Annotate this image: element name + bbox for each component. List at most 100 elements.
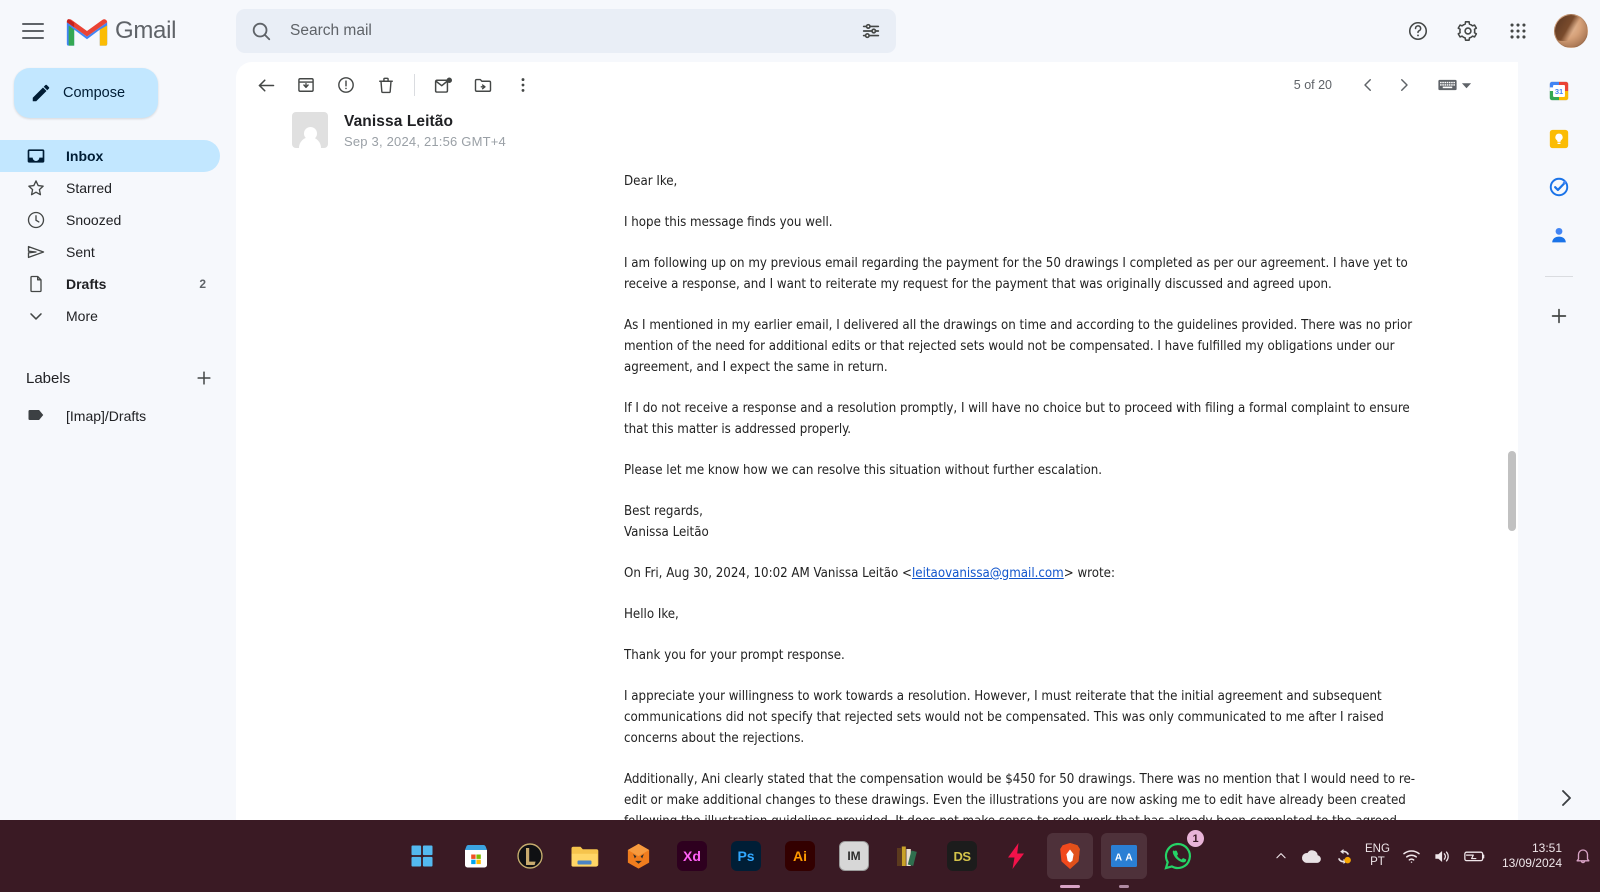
taskbar-brave-browser[interactable] [1047, 833, 1093, 888]
sidebar-item-more[interactable]: More [0, 300, 220, 332]
avatar[interactable] [1554, 14, 1588, 48]
message-meta: Vanissa Leitão Sep 3, 2024, 21:56 GMT+4 [344, 112, 506, 149]
taskbar-windows-start[interactable] [399, 833, 445, 879]
taskbar-orange-cube-app[interactable] [615, 833, 661, 879]
google-calendar-icon[interactable]: 31 [1548, 80, 1570, 102]
wifi-icon[interactable] [1402, 848, 1421, 864]
gmail-brand[interactable]: Gmail [65, 14, 176, 48]
message-paragraph: Please let me know how we can resolve th… [624, 463, 1103, 478]
message-body: Dear Ike, I hope this message finds you … [236, 155, 1518, 820]
document-icon [26, 274, 46, 294]
sidebar-item-drafts[interactable]: Drafts 2 [0, 268, 220, 300]
chevron-right-icon[interactable] [1388, 69, 1420, 101]
send-icon [26, 242, 46, 262]
language-line-1: ENG [1365, 843, 1390, 855]
sender-name: Vanissa Leitão [344, 113, 454, 130]
taskbar-file-explorer[interactable] [561, 833, 607, 879]
bell-icon[interactable] [1574, 847, 1592, 865]
language-indicator[interactable]: ENG PT [1365, 843, 1390, 869]
sidebar-item-label: More [66, 308, 98, 324]
mark-unread-icon[interactable] [423, 65, 463, 105]
adobe-photoshop-glyph: Ps [731, 841, 761, 871]
sidebar-item-label: Starred [66, 180, 112, 196]
taskbar-league-of-legends[interactable] [507, 833, 553, 879]
quote-header-post: > wrote: [1063, 566, 1115, 581]
sync-warning-icon[interactable] [1334, 847, 1353, 866]
gmail-window: Gmail Search mail Compose Inbox Starred … [0, 0, 1600, 892]
move-to-folder-icon[interactable] [463, 65, 503, 105]
google-tasks-icon[interactable] [1548, 176, 1570, 198]
brand-title: Gmail [115, 17, 177, 44]
taskbar-microsoft-store[interactable] [453, 833, 499, 879]
message-thread: Vanissa Leitão Sep 3, 2024, 21:56 GMT+4 … [236, 108, 1518, 820]
taskbar-adobe-xd[interactable]: Xd [669, 833, 715, 879]
battery-icon[interactable] [1464, 849, 1486, 863]
quoted-sender-email-link[interactable]: leitaovanissa@gmail.com [912, 566, 1064, 581]
gear-icon[interactable] [1448, 11, 1488, 51]
keyboard-shortcuts-button[interactable] [1438, 78, 1472, 92]
quote-header-pre: On Fri, Aug 30, 2024, 10:02 AM Vanissa L… [624, 566, 912, 581]
taskbar-app-label: DS [953, 848, 971, 864]
taskbar-app-label: Ai [793, 848, 807, 864]
label-tag-icon [26, 405, 46, 428]
taskbar-whatsapp[interactable]: 1 [1155, 830, 1204, 879]
google-contacts-icon[interactable] [1548, 224, 1570, 246]
sidebar: Compose Inbox Starred Snoozed Sent Draft… [0, 62, 236, 820]
taskbar-app-label: Xd [683, 848, 701, 864]
taskbar-im-app[interactable]: IM [831, 833, 877, 879]
compose-button[interactable]: Compose [14, 68, 158, 118]
volume-icon[interactable] [1433, 848, 1452, 865]
archive-icon[interactable] [286, 65, 326, 105]
search-options-icon[interactable] [860, 20, 882, 42]
plus-icon[interactable] [1548, 305, 1570, 327]
taskbar-books-app[interactable] [885, 833, 931, 879]
chevron-down-icon [26, 306, 46, 326]
taskbar-lightning-app[interactable] [993, 833, 1039, 879]
sidebar-item-snoozed[interactable]: Snoozed [0, 204, 220, 236]
message-paragraph: I hope this message finds you well. [624, 215, 833, 230]
back-arrow-icon[interactable] [246, 65, 286, 105]
sidebar-item-label: Inbox [66, 148, 104, 164]
svg-text:A: A [1125, 853, 1132, 864]
trash-icon[interactable] [366, 65, 406, 105]
google-keep-icon[interactable] [1548, 128, 1570, 150]
sidebar-item-sent[interactable]: Sent [0, 236, 220, 268]
sidebar-item-starred[interactable]: Starred [0, 172, 220, 204]
caret-down-icon [1461, 82, 1472, 88]
quoted-paragraph: I appreciate your willingness to work to… [624, 689, 1384, 746]
taskbar-blue-translate-app[interactable]: A A [1101, 833, 1147, 888]
plus-icon[interactable] [194, 368, 214, 388]
clock-date: 13/09/2024 [1501, 856, 1562, 870]
hamburger-icon[interactable] [9, 7, 57, 55]
star-icon [26, 178, 46, 198]
labels-title: Labels [26, 369, 71, 387]
more-vertical-icon[interactable] [503, 65, 543, 105]
sidebar-item-label: Snoozed [66, 212, 122, 228]
sidebar-item-inbox[interactable]: Inbox [0, 140, 220, 172]
chevron-left-icon[interactable] [1352, 69, 1384, 101]
inbox-icon [26, 146, 46, 166]
windows-taskbar: Xd Ps Ai IM DS A A 1 ENG PT 13:51 13/09/… [0, 820, 1600, 892]
google-apps-grid-icon[interactable] [1498, 11, 1538, 51]
onedrive-cloud-icon[interactable] [1300, 848, 1322, 864]
gmail-logo-icon [66, 19, 108, 46]
taskbar-adobe-photoshop[interactable]: Ps [723, 833, 769, 879]
signoff-line: Best regards, [624, 504, 703, 519]
message-scrollbar[interactable] [1508, 451, 1516, 531]
report-spam-icon[interactable] [326, 65, 366, 105]
clock-icon [26, 210, 46, 230]
taskbar-app-label: IM [847, 849, 861, 863]
adobe-xd-glyph: Xd [677, 841, 707, 871]
help-icon[interactable] [1398, 11, 1438, 51]
generic-person-avatar [292, 112, 328, 148]
clock[interactable]: 13:51 13/09/2024 [1502, 841, 1562, 871]
notification-badge: 1 [1187, 830, 1204, 847]
chevron-right-icon[interactable] [1554, 786, 1578, 810]
message-paragraph: As I mentioned in my earlier email, I de… [624, 318, 1413, 375]
chevron-up-icon[interactable] [1274, 849, 1288, 863]
search-input[interactable] [288, 21, 860, 41]
search-bar[interactable] [236, 9, 896, 53]
sidebar-label-imap-drafts[interactable]: [Imap]/Drafts [0, 400, 220, 432]
taskbar-ds-app[interactable]: DS [939, 833, 985, 879]
taskbar-adobe-illustrator[interactable]: Ai [777, 833, 823, 879]
